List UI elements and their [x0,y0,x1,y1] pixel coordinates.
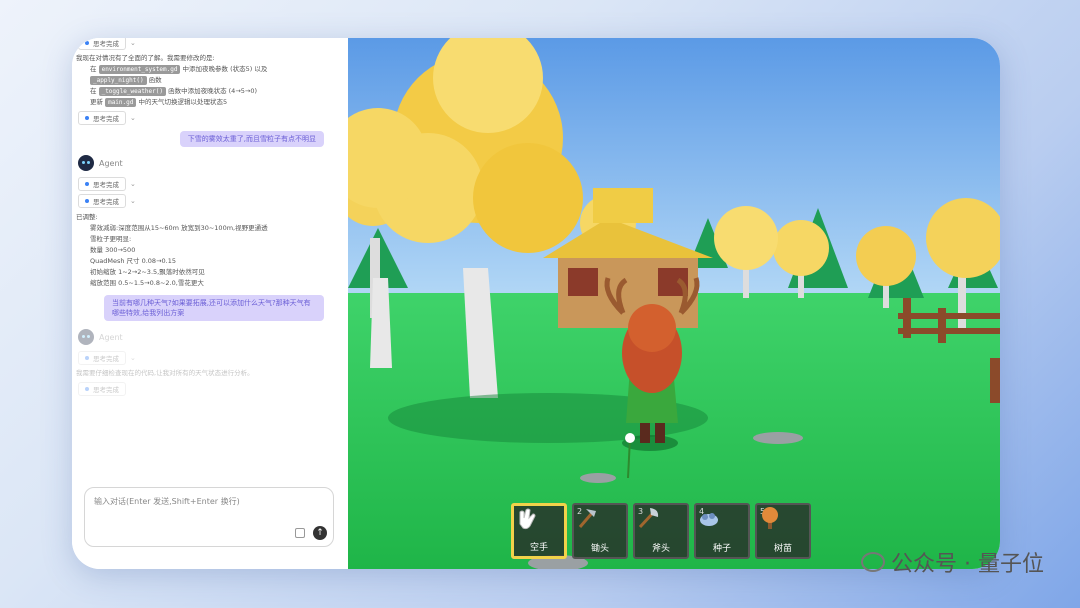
list-item: 雾效减弱:深度范围从15~60m 放宽到30~100m,视野更通透 [90,224,268,232]
agent-message-text: 已调整: [76,213,98,221]
chevron-down-icon[interactable]: ⌄ [130,354,136,362]
game-scene [348,38,1000,569]
list-item: 缩放范围 0.5~1.5→0.8~2.0,雪花更大 [90,279,204,287]
hotbar: 空手 2 锄头 3 斧头 4 种子 5 树苗 [511,503,811,559]
game-viewport[interactable]: 空手 2 锄头 3 斧头 4 种子 5 树苗 [348,38,1000,569]
watermark: 公众号 · 量子位 [861,546,1044,578]
axe-icon [638,508,659,529]
sapling-icon [762,507,778,529]
list-item: 雪粒子更明显: [90,235,132,243]
list-item: 数量 300→500 [90,246,136,254]
list-item: 初始缩放 1~2→2~3.5,飘落时依然可见 [90,268,205,276]
chat-input[interactable]: 输入对话(Enter 发送,Shift+Enter 换行) ↑ [84,487,334,547]
thinking-dot-icon [85,116,89,120]
agent-message-text: 我现在对情况有了全面的了解。我需要修改的是: [76,54,215,62]
chat-input-placeholder: 输入对话(Enter 发送,Shift+Enter 换行) [94,497,240,506]
agent-message-text: 我需要仔细检查现在的代码,让我对所有的天气状态进行分析。 [76,369,254,377]
chevron-down-icon[interactable]: ⌄ [130,197,136,205]
thinking-toggle[interactable]: 思考完成 [78,382,336,396]
hoe-icon [578,509,596,528]
hotbar-slot-axe[interactable]: 3 斧头 [633,503,689,559]
wechat-icon [861,552,886,572]
send-button[interactable]: ↑ [313,526,327,540]
chat-panel: 思考完成 ⌄ 我现在对情况有了全面的了解。我需要修改的是: 在 environm… [72,38,348,569]
list-item: 在 environment_system.gd 中添加夜晚参数 (状态5) 以及 [90,65,268,74]
thinking-dot-icon [85,41,89,45]
image-upload-icon[interactable] [295,528,305,538]
hotbar-slot-sapling[interactable]: 5 树苗 [755,503,811,559]
agent-avatar [78,329,94,345]
user-message: 当前有哪几种天气?如果要拓展,还可以添加什么天气?那种天气有哪些特效,给我列出方… [104,295,324,321]
user-message: 下雪的雾效太重了,而且雪粒子有点不明显 [179,131,324,147]
app-frame: 思考完成 ⌄ 我现在对情况有了全面的了解。我需要修改的是: 在 environm… [72,38,1000,569]
chevron-down-icon[interactable]: ⌄ [130,114,136,122]
thinking-toggle[interactable]: 思考完成 ⌄ [78,177,336,191]
thinking-toggle[interactable]: 思考完成 ⌄ [78,111,336,125]
thinking-dot-icon [85,356,89,360]
hotbar-slot-seed[interactable]: 4 种子 [694,503,750,559]
seed-icon [700,513,718,526]
thinking-dot-icon [85,387,89,391]
thinking-toggle[interactable]: 思考完成 ⌄ [78,194,336,208]
thinking-toggle[interactable]: 思考完成 ⌄ [78,351,336,365]
thinking-dot-icon [85,182,89,186]
hotbar-slot-hoe[interactable]: 2 锄头 [572,503,628,559]
thinking-toggle[interactable]: 思考完成 ⌄ [78,38,336,50]
hand-icon [519,508,536,530]
agent-header: Agent [78,329,336,345]
hotbar-slot-hand[interactable]: 空手 [511,503,567,559]
chevron-down-icon[interactable]: ⌄ [130,180,136,188]
list-item: _apply_night() 函数 [76,75,336,86]
chevron-down-icon[interactable]: ⌄ [130,39,136,47]
agent-header: Agent [78,155,336,171]
list-item: 更新 main.gd 中的天气切换逻辑以处理状态5 [90,98,228,107]
list-item: 在 _toggle_weather() 函数中添加夜晚状态 (4→5→0) [90,87,258,96]
streaming-response: Agent 思考完成 ⌄ 我需要仔细检查现在的代码,让我对所有的天气状态进行分析… [76,329,336,396]
thinking-dot-icon [85,199,89,203]
list-item: QuadMesh 尺寸 0.08→0.15 [90,257,176,265]
chat-history[interactable]: 思考完成 ⌄ 我现在对情况有了全面的了解。我需要修改的是: 在 environm… [72,38,348,489]
agent-avatar [78,155,94,171]
